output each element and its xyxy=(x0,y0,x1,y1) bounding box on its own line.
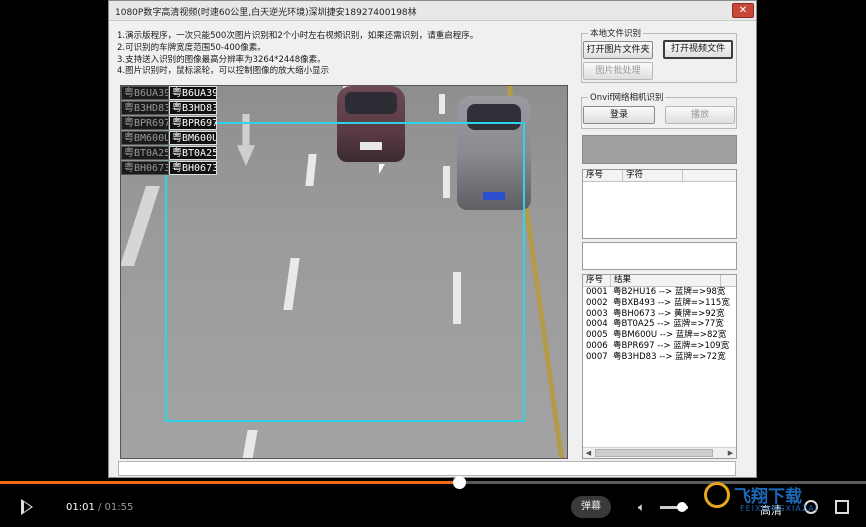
login-button[interactable]: 登录 xyxy=(583,106,655,124)
play-icon[interactable] xyxy=(21,499,33,515)
list-item[interactable]: 0001 粤B2HU16 --> 蓝牌=>98宽 xyxy=(583,287,736,298)
status-bar xyxy=(118,461,736,476)
results-col-index[interactable]: 序号 xyxy=(583,275,611,286)
plate-overlay-row: 粤B3HD83 粤B3HD83 xyxy=(121,101,221,116)
results-col-result[interactable]: 结果 xyxy=(611,275,721,286)
char-list-header: 序号 字符 xyxy=(583,170,736,182)
result-text: 粤BH0673 --> 黄牌=>92宽 xyxy=(613,308,725,319)
result-index: 0004 xyxy=(586,319,608,330)
plate-thumb-raw: 粤BH0673 xyxy=(121,161,169,175)
result-text: 粤B2HU16 --> 蓝牌=>98宽 xyxy=(613,287,726,297)
batch-process-button[interactable]: 图片批处理 xyxy=(583,62,653,80)
results-horizontal-scrollbar[interactable]: ◀ ▶ xyxy=(583,447,736,458)
lane-marking xyxy=(242,430,258,458)
plate-overlay-row: 粤BM600U 粤BM600U xyxy=(121,131,221,146)
plate-thumb-raw: 粤B6UA39 xyxy=(121,86,169,100)
instructions-panel: 1.演示版程序，一次只能500次图片识别和2个小时左右视频识别，如果还需识别，请… xyxy=(117,31,577,78)
plate-thumb-raw: 粤BT0A25 xyxy=(121,146,169,160)
danmu-button[interactable]: 弹幕 xyxy=(571,496,611,518)
plate-overlay-row: 粤BH0673 粤BH0673 xyxy=(121,161,221,176)
instruction-line-1: 1.演示版程序，一次只能500次图片识别和2个小时左右视频识别，如果还需识别，请… xyxy=(117,31,479,41)
scroll-left-icon[interactable]: ◀ xyxy=(583,448,594,458)
watermark-logo-icon xyxy=(704,482,730,508)
video-frame[interactable]: 粤B6UA39 粤B6UA39 粤B3HD83 粤B3HD83 粤BPR697 粤BP… xyxy=(120,85,568,459)
plate-thumb-raw: 粤BPR697 xyxy=(121,116,169,130)
results-list[interactable]: 序号 结果 0001 粤B2HU16 --> 蓝牌=>98宽 0002 粤BXB49… xyxy=(582,274,737,459)
result-text: 粤BPR697 --> 蓝牌=>109宽 xyxy=(613,340,730,351)
lane-marking xyxy=(439,94,445,114)
plate-thumb-binary: 粤B3HD83 xyxy=(169,101,217,115)
close-button[interactable]: ✕ xyxy=(732,3,754,18)
plate-preview-area xyxy=(582,135,737,164)
onvif-legend: Onvif网络相机识别 xyxy=(588,91,666,103)
plate-thumb-raw: 粤B3HD83 xyxy=(121,101,169,115)
local-file-legend: 本地文件识别 xyxy=(588,27,644,39)
result-index: 0005 xyxy=(586,330,608,341)
scrollbar-thumb[interactable] xyxy=(595,449,713,457)
results-list-header: 序号 结果 xyxy=(583,275,736,287)
char-col-char[interactable]: 字符 xyxy=(623,170,683,181)
result-index: 0002 xyxy=(586,297,608,308)
result-text: 粤BM600U --> 蓝牌=>82宽 xyxy=(613,330,727,341)
progress-knob[interactable] xyxy=(452,476,466,489)
result-index: 0001 xyxy=(586,287,608,297)
plate-thumb-raw: 粤BM600U xyxy=(121,131,169,145)
char-detail-panel xyxy=(582,242,737,270)
scroll-right-icon[interactable]: ▶ xyxy=(725,448,736,458)
instruction-line-2: 2.可识别的车牌宽度范围50-400像素。 xyxy=(117,42,266,53)
volume-knob[interactable] xyxy=(677,502,688,512)
result-text: 粤B3HD83 --> 蓝牌=>72宽 xyxy=(613,351,726,362)
list-item[interactable]: 0003 粤BH0673 --> 黄牌=>92宽 xyxy=(583,309,736,320)
char-list[interactable]: 序号 字符 xyxy=(582,169,737,239)
char-col-index[interactable]: 序号 xyxy=(583,170,623,181)
current-time: 01:01 xyxy=(66,502,95,513)
video-progress-fill xyxy=(0,481,459,484)
list-item[interactable]: 0004 粤BT0A25 --> 蓝牌=>77宽 xyxy=(583,319,736,330)
list-item[interactable]: 0002 粤BXB493 --> 蓝牌=>115宽 xyxy=(583,298,736,309)
instruction-line-3: 3.支持送入识别的图像最高分辨率为3264*2448像素。 xyxy=(117,54,326,65)
lane-marking xyxy=(121,186,160,266)
open-video-file-button[interactable]: 打开视频文件 xyxy=(663,40,733,59)
window-title: 1080P数字高清视频(时速60公里,白天逆光环境)深圳捷安1892740019… xyxy=(115,8,417,18)
app-window: 1080P数字高清视频(时速60公里,白天逆光环境)深圳捷安1892740019… xyxy=(108,0,757,478)
volume-icon[interactable]: 🔈︎ xyxy=(638,501,652,513)
car-windshield xyxy=(345,92,397,114)
plate-thumb-binary: 粤BM600U xyxy=(169,131,217,145)
instruction-line-4: 4.图片识别时，鼠标滚轮，可以控制图像的放大缩小显示 xyxy=(117,66,330,77)
result-index: 0003 xyxy=(586,308,608,319)
plate-overlay-row: 粤B6UA39 粤B6UA39 xyxy=(121,86,221,101)
plate-overlay-row: 粤BPR697 粤BPR697 xyxy=(121,116,221,131)
result-index: 0007 xyxy=(586,351,608,362)
open-image-folder-button[interactable]: 打开图片文件夹 xyxy=(583,41,653,59)
plate-thumb-binary: 粤BT0A25 xyxy=(169,146,217,160)
site-watermark: 飞翔下载 FEIXIANGXIAZAI xyxy=(700,478,860,524)
plate-overlay-list: 粤B6UA39 粤B6UA39 粤B3HD83 粤B3HD83 粤BPR697 粤BP… xyxy=(121,86,221,176)
play-button[interactable]: 播放 xyxy=(665,106,735,124)
mouse-cursor-icon xyxy=(379,164,385,174)
list-item[interactable]: 0007 粤B3HD83 --> 蓝牌=>72宽 xyxy=(583,352,736,363)
plate-thumb-binary: 粤BPR697 xyxy=(169,116,217,130)
result-text: 粤BXB493 --> 蓝牌=>115宽 xyxy=(613,297,730,308)
duration: / 01:55 xyxy=(98,502,134,513)
result-text: 粤BT0A25 --> 蓝牌=>77宽 xyxy=(613,319,724,330)
list-item[interactable]: 0005 粤BM600U --> 蓝牌=>82宽 xyxy=(583,330,736,341)
result-index: 0006 xyxy=(586,340,608,351)
plate-thumb-binary: 粤BH0673 xyxy=(169,161,217,175)
plate-overlay-row: 粤BT0A25 粤BT0A25 xyxy=(121,146,221,161)
title-bar: 1080P数字高清视频(时速60公里,白天逆光环境)深圳捷安1892740019… xyxy=(109,1,756,21)
list-item[interactable]: 0006 粤BPR697 --> 蓝牌=>109宽 xyxy=(583,341,736,352)
watermark-subtext: FEIXIANGXIAZAI xyxy=(740,504,819,513)
plate-thumb-binary: 粤B6UA39 xyxy=(169,86,217,100)
